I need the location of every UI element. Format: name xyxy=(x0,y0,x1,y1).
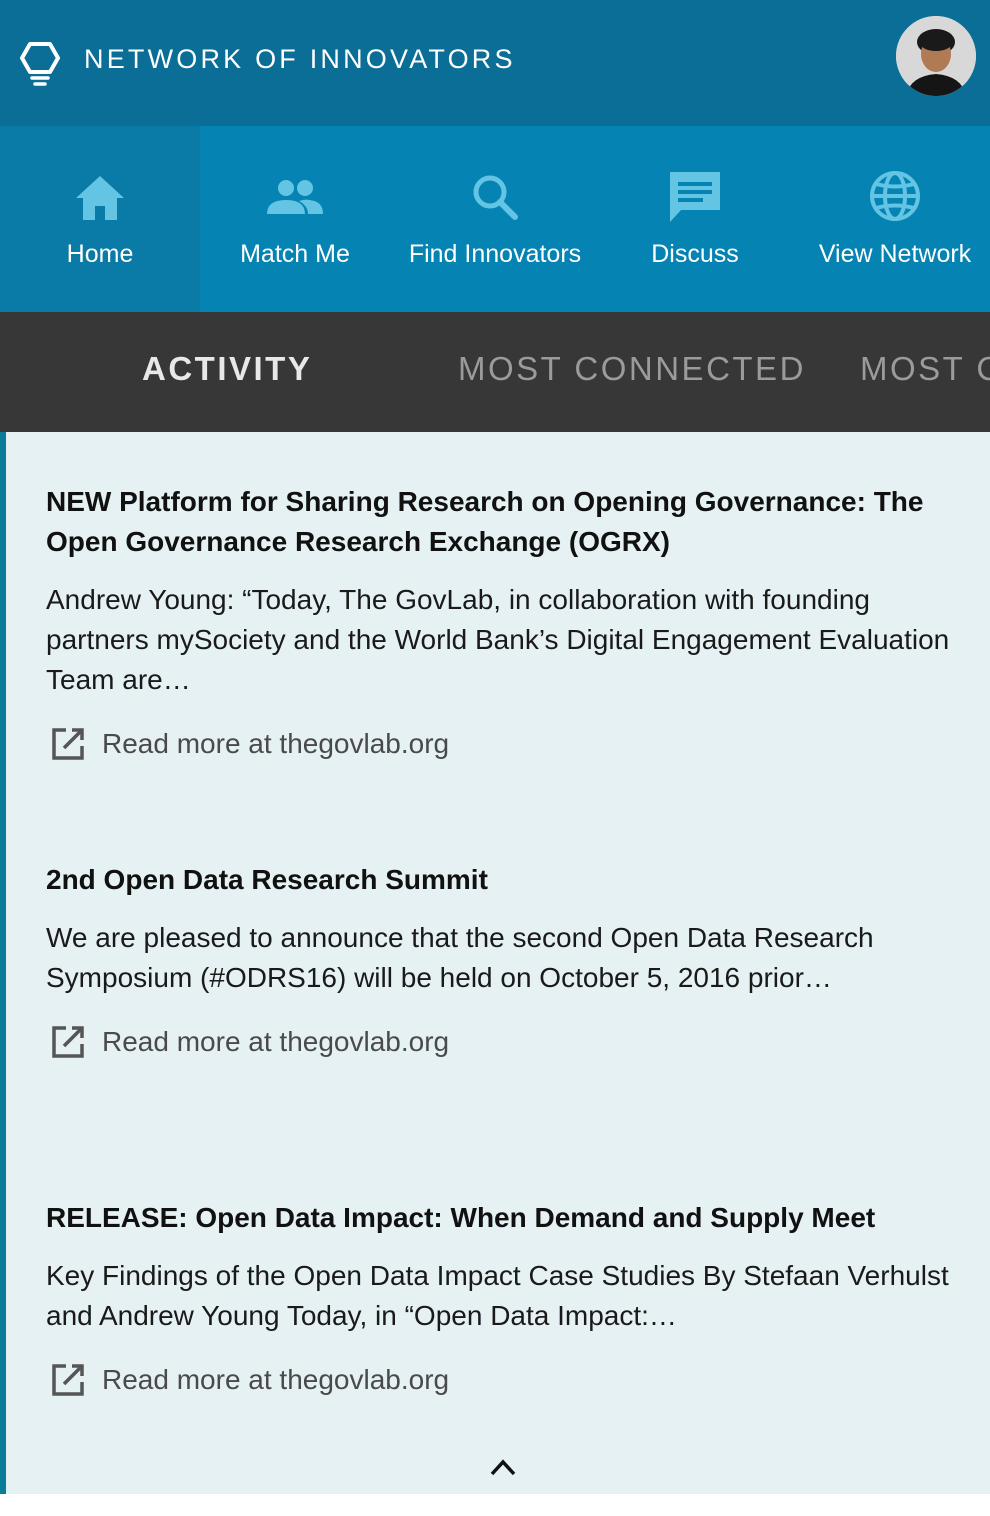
nav-discuss[interactable]: Discuss xyxy=(595,126,795,312)
feed-item: RELEASE: Open Data Impact: When Demand a… xyxy=(46,1198,966,1400)
read-more-link[interactable]: Read more at thegovlab.org xyxy=(46,1360,966,1400)
lightbulb-icon[interactable] xyxy=(20,40,60,86)
top-bar: NETWORK OF INNOVATORS xyxy=(0,0,990,126)
people-icon xyxy=(267,180,323,214)
external-link-icon xyxy=(52,1026,84,1058)
nav-find-innovators[interactable]: Find Innovators xyxy=(395,126,595,312)
article-excerpt: Key Findings of the Open Data Impact Cas… xyxy=(46,1260,949,1331)
tab-activity[interactable]: ACTIVITY xyxy=(142,350,312,388)
article-excerpt: We are pleased to announce that the seco… xyxy=(46,922,874,993)
main-nav: Home Match Me Find Innovators Discuss Vi… xyxy=(0,126,990,312)
article-title[interactable]: RELEASE: Open Data Impact: When Demand a… xyxy=(46,1198,966,1238)
external-link-icon xyxy=(52,728,84,760)
read-more-text: Read more at thegovlab.org xyxy=(102,1364,450,1395)
feed-item: NEW Platform for Sharing Research on Ope… xyxy=(46,482,966,764)
nav-find-innovators-label: Find Innovators xyxy=(408,240,582,268)
read-more-link[interactable]: Read more at thegovlab.org xyxy=(46,1022,966,1062)
tab-most-c[interactable]: MOST C xyxy=(860,350,990,388)
activity-feed: NEW Platform for Sharing Research on Ope… xyxy=(0,432,990,1494)
read-more-link[interactable]: Read more at thegovlab.org xyxy=(46,724,966,764)
nav-view-network[interactable]: View Network xyxy=(795,126,990,312)
avatar-image xyxy=(896,16,976,96)
read-more-text: Read more at thegovlab.org xyxy=(102,1026,450,1057)
tab-bar: ACTIVITY MOST CONNECTED MOST C xyxy=(0,312,990,432)
nav-match-me[interactable]: Match Me xyxy=(195,126,395,312)
nav-home[interactable]: Home xyxy=(0,126,200,312)
external-link-icon xyxy=(52,1364,84,1396)
chevron-up-icon[interactable] xyxy=(488,1452,518,1482)
article-title[interactable]: NEW Platform for Sharing Research on Ope… xyxy=(46,482,966,562)
article-title[interactable]: 2nd Open Data Research Summit xyxy=(46,860,966,900)
tab-most-connected[interactable]: MOST CONNECTED xyxy=(458,350,806,388)
globe-icon xyxy=(870,171,920,221)
nav-view-network-label: View Network xyxy=(818,240,972,268)
home-icon xyxy=(76,176,124,220)
user-avatar[interactable] xyxy=(896,16,976,96)
chat-icon xyxy=(670,172,720,222)
brand-title[interactable]: NETWORK OF INNOVATORS xyxy=(84,44,516,75)
nav-home-label: Home xyxy=(66,240,134,268)
feed-item: 2nd Open Data Research Summit We are ple… xyxy=(46,860,966,1062)
read-more-text: Read more at thegovlab.org xyxy=(102,728,450,759)
nav-match-me-label: Match Me xyxy=(240,240,350,268)
search-icon xyxy=(473,175,518,220)
nav-discuss-label: Discuss xyxy=(651,240,739,268)
article-excerpt: Andrew Young: “Today, The GovLab, in col… xyxy=(46,584,950,695)
